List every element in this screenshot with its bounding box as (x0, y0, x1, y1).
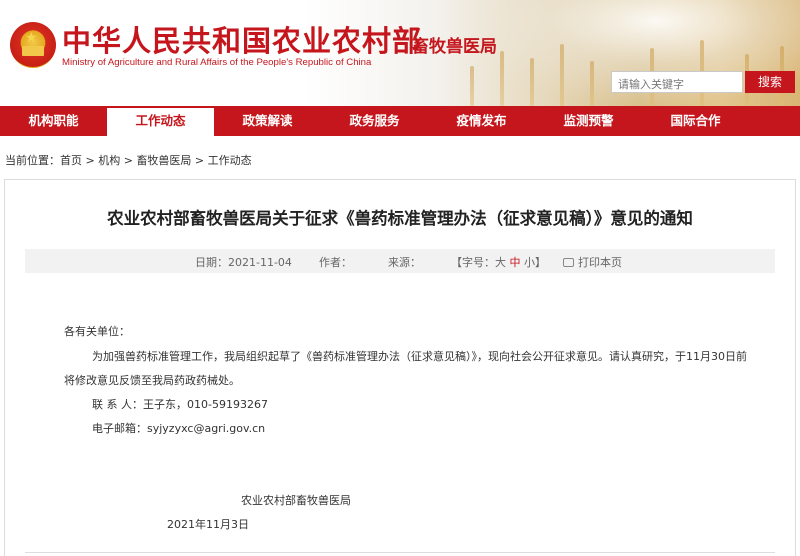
nav-item-jigou[interactable]: 机构职能 (0, 106, 107, 136)
date-value: 2021-11-04 (228, 256, 292, 269)
font-label: 【字号： (451, 256, 495, 269)
nav-item-jiance[interactable]: 监测预警 (535, 106, 642, 136)
breadcrumb-prefix: 当前位置： (5, 154, 60, 167)
search-button[interactable]: 搜索 (745, 71, 795, 93)
nav-item-zhengwu[interactable]: 政务服务 (321, 106, 428, 136)
breadcrumb-separator: > (82, 154, 99, 167)
font-size-control: 【字号：大 中 小】 (451, 254, 546, 270)
printer-icon (563, 258, 574, 267)
font-size-medium[interactable]: 中 (510, 256, 521, 269)
contact-info: 联 系 人：王子东，010-59193267 (92, 398, 268, 411)
main-nav: 机构职能 工作动态 政策解读 政务服务 疫情发布 监测预警 国际合作 (0, 106, 800, 136)
wheat-decoration (500, 51, 504, 106)
article-title: 农业农村部畜牧兽医局关于征求《兽药标准管理办法（征求意见稿）》意见的通知 (107, 209, 693, 228)
sign-date: 2021年11月3日 (167, 518, 249, 531)
wheat-decoration (590, 61, 594, 106)
breadcrumb-separator: > (191, 154, 208, 167)
wheat-decoration (560, 44, 564, 106)
font-close: 】 (535, 256, 546, 269)
email-info: 电子邮箱：syjyzyxc@agri.gov.cn (92, 422, 266, 435)
signature: 农业农村部畜牧兽医局 (241, 494, 351, 507)
ministry-name-en: Ministry of Agriculture and Rural Affair… (62, 57, 372, 68)
gate-icon (22, 46, 44, 56)
ministry-name-cn[interactable]: 中华人民共和国农业农村部 (62, 18, 422, 60)
body-line-1: 为加强兽药标准管理工作，我局组织起草了《兽药标准管理办法（征求意见稿）》，现向社… (92, 350, 747, 363)
footer-divider (25, 552, 775, 553)
print-button[interactable]: 打印本页 (563, 254, 622, 270)
nav-item-guoji[interactable]: 国际合作 (642, 106, 749, 136)
content-panel (4, 179, 796, 556)
breadcrumb-current[interactable]: 工作动态 (208, 154, 252, 167)
wheat-decoration (530, 58, 534, 106)
meta-source-label: 来源： (388, 256, 421, 269)
wheat-decoration (470, 66, 474, 106)
breadcrumb-home[interactable]: 首页 (60, 154, 82, 167)
meta-author-label: 作者： (319, 256, 352, 269)
nav-item-yiqing[interactable]: 疫情发布 (428, 106, 535, 136)
font-size-small[interactable]: 小 (524, 256, 535, 269)
bureau-name[interactable]: 畜牧兽医局 (412, 32, 497, 57)
salutation: 各有关单位： (64, 325, 130, 338)
breadcrumb-bureau[interactable]: 畜牧兽医局 (136, 154, 191, 167)
breadcrumb-separator: > (120, 154, 137, 167)
article-meta-bar: 日期：2021-11-04 作者： 来源： 【字号：大 中 小】 打印本页 (25, 249, 775, 273)
search-input[interactable]: 请输入关键字 (611, 71, 743, 93)
header-banner: ★ 中华人民共和国农业农村部 Ministry of Agriculture a… (0, 0, 800, 106)
font-size-large[interactable]: 大 (495, 256, 506, 269)
star-icon: ★ (25, 30, 38, 46)
nav-item-gongzuo[interactable]: 工作动态 (107, 106, 214, 136)
body-line-2: 将修改意见反馈至我局药政药械处。 (64, 374, 240, 387)
national-emblem-icon[interactable]: ★ (10, 22, 56, 68)
breadcrumb: 当前位置：首页 > 机构 > 畜牧兽医局 > 工作动态 (5, 152, 252, 168)
nav-item-zhengce[interactable]: 政策解读 (214, 106, 321, 136)
print-label: 打印本页 (578, 256, 622, 269)
breadcrumb-jigou[interactable]: 机构 (98, 154, 120, 167)
date-label: 日期： (195, 256, 228, 269)
meta-date: 日期：2021-11-04 (195, 254, 292, 270)
